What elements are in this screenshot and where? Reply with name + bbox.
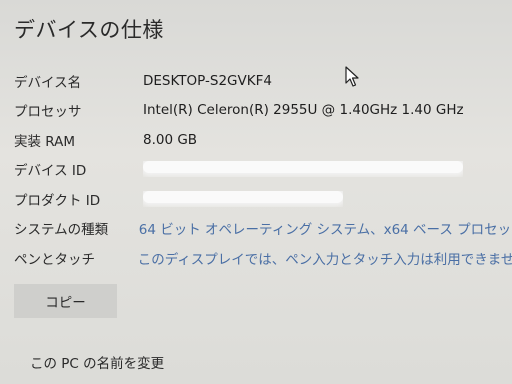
- spec-row-system-type: システムの種類 64 ビット オペレーティング システム、x64 ベース プロセ…: [14, 214, 512, 244]
- spec-value: このディスプレイでは、ペン入力とタッチ入力は利用できません: [137, 251, 512, 268]
- mouse-pointer-icon: [344, 66, 360, 92]
- spec-row-device-id: デバイス ID: [14, 155, 512, 185]
- rename-pc-link[interactable]: この PC の名前を変更: [30, 352, 164, 372]
- spec-value: 8.00 GB: [143, 131, 198, 148]
- specs-list: デバイス名 DESKTOP-S2GVKF4 プロセッサ Intel(R) Cel…: [14, 66, 512, 273]
- copy-button[interactable]: コピー: [14, 284, 117, 318]
- spec-value-redacted: [143, 190, 343, 207]
- spec-label: ペンとタッチ: [14, 251, 95, 268]
- spec-value: Intel(R) Celeron(R) 2955U @ 1.40GHz 1.40…: [143, 102, 464, 119]
- spec-row-product-id: プロダクト ID: [14, 184, 512, 214]
- spec-row-pen-touch: ペンとタッチ このディスプレイでは、ペン入力とタッチ入力は利用できません: [14, 243, 512, 273]
- spec-label: 実装 RAM: [14, 133, 76, 150]
- spec-row-device-name: デバイス名 DESKTOP-S2GVKF4: [14, 66, 512, 96]
- spec-label: デバイス名: [14, 74, 82, 91]
- spec-value-redacted: [143, 161, 463, 177]
- spec-value: DESKTOP-S2GVKF4: [143, 72, 272, 89]
- spec-row-ram: 実装 RAM 8.00 GB: [14, 125, 512, 155]
- redaction-mark: [143, 190, 343, 203]
- page-title: デバイスの仕様: [14, 18, 164, 42]
- spec-label: システムの種類: [14, 222, 109, 239]
- spec-label: プロセッサ: [14, 104, 82, 121]
- spec-value: 64 ビット オペレーティング システム、x64 ベース プロセッサ: [138, 222, 512, 239]
- spec-row-processor: プロセッサ Intel(R) Celeron(R) 2955U @ 1.40GH…: [14, 96, 512, 126]
- spec-label: デバイス ID: [14, 163, 87, 180]
- spec-label: プロダクト ID: [14, 192, 101, 209]
- redaction-mark: [143, 161, 463, 174]
